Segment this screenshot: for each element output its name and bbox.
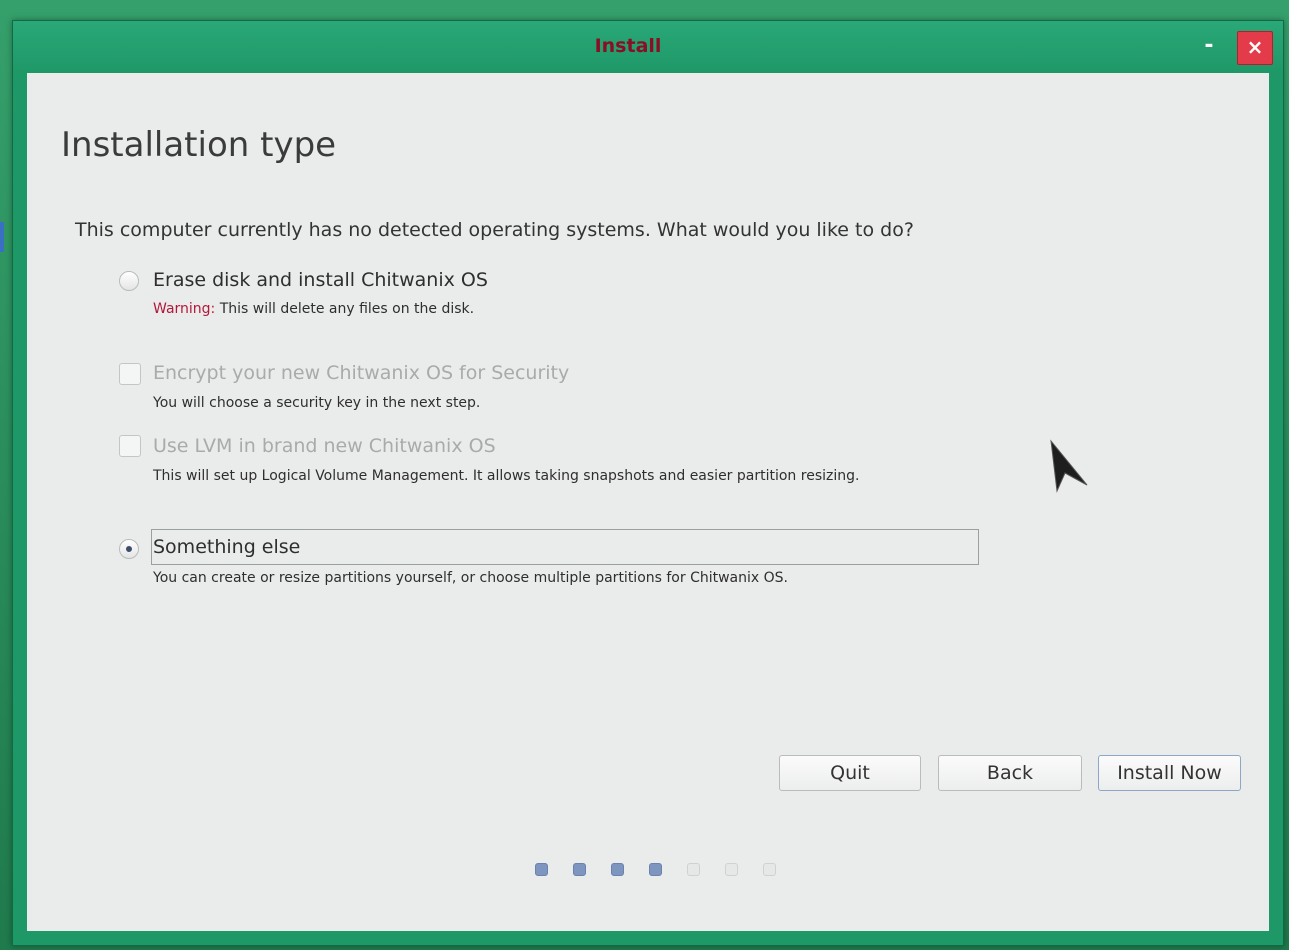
lvm-label[interactable]: Use LVM in brand new Chitwanix OS [153,435,496,457]
installation-question: This computer currently has no detected … [75,219,914,241]
step-dot-3 [611,863,624,876]
something-else-label[interactable]: Something else [153,536,300,558]
encrypt-checkbox[interactable] [119,363,141,385]
radio-selected-dot [126,546,132,552]
step-dot-7 [763,863,776,876]
installer-content: Installation type This computer currentl… [27,73,1269,931]
lvm-checkbox[interactable] [119,435,141,457]
minimize-button[interactable]: - [1199,35,1219,57]
warning-text: This will delete any files on the disk. [215,301,475,317]
window-titlebar[interactable]: Install - × [13,21,1283,73]
desktop-edge-accent [0,222,4,252]
encrypt-description: You will choose a security key in the ne… [153,395,481,411]
lvm-description: This will set up Logical Volume Manageme… [153,468,860,484]
close-icon: × [1246,35,1264,59]
page-title: Installation type [61,125,337,165]
step-dot-2 [573,863,586,876]
step-dot-4 [649,863,662,876]
window-title: Install [594,35,662,57]
desktop-background: Install - × Installation type This compu… [0,0,1289,950]
back-button[interactable]: Back [938,755,1082,791]
warning-label: Warning: [153,301,216,317]
step-dot-1 [535,863,548,876]
encrypt-label[interactable]: Encrypt your new Chitwanix OS for Securi… [153,362,569,384]
quit-button[interactable]: Quit [779,755,921,791]
step-dot-6 [725,863,738,876]
something-else-description: You can create or resize partitions your… [153,570,788,586]
close-button[interactable]: × [1237,31,1273,65]
erase-disk-description: Warning: This will delete any files on t… [153,301,474,317]
erase-disk-radio[interactable] [119,271,139,291]
install-now-button[interactable]: Install Now [1098,755,1241,791]
erase-disk-label[interactable]: Erase disk and install Chitwanix OS [153,269,488,291]
installer-window: Install - × Installation type This compu… [12,20,1284,946]
step-dot-5 [687,863,700,876]
something-else-radio[interactable] [119,539,139,559]
mouse-cursor-icon [1050,439,1088,493]
